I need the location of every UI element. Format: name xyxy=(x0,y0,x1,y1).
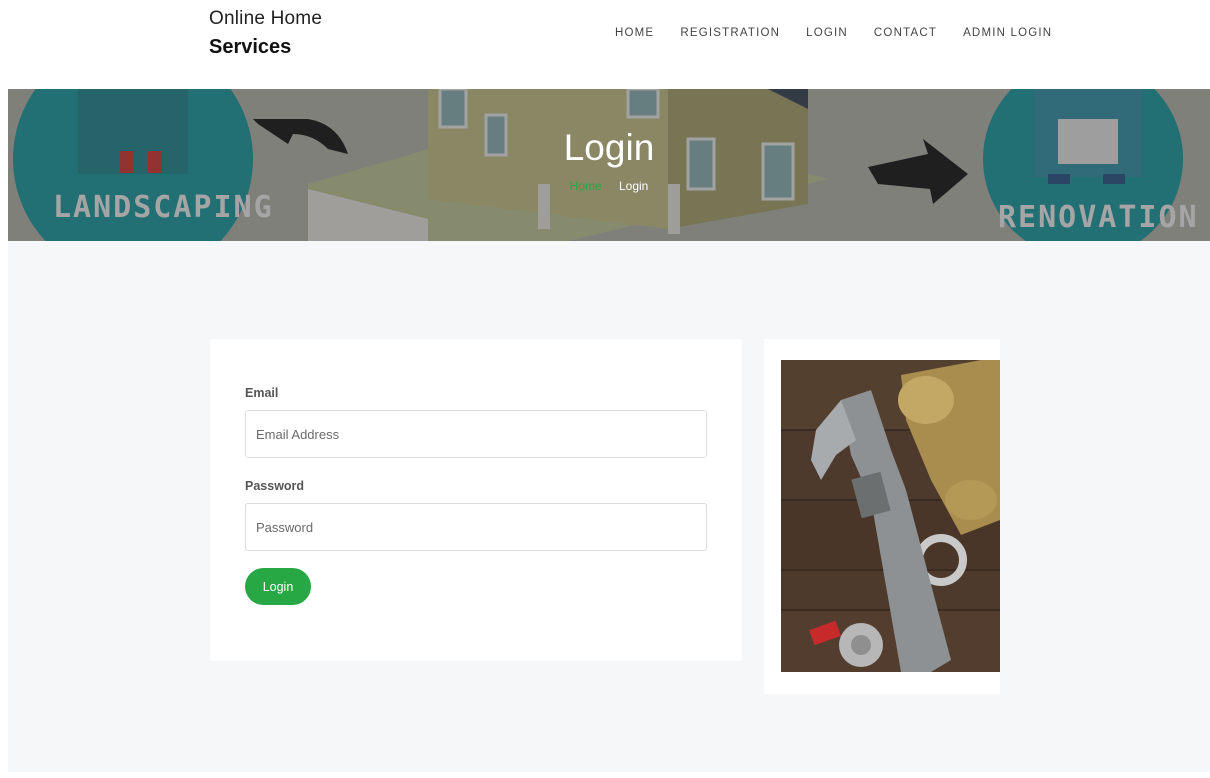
nav-contact[interactable]: CONTACT xyxy=(874,27,937,39)
brand-logo[interactable]: Online Home Services xyxy=(209,8,322,59)
wrench-tools-photo xyxy=(781,360,1000,672)
nav-admin-login[interactable]: ADMIN LOGIN xyxy=(963,27,1052,39)
nav-registration[interactable]: REGISTRATION xyxy=(680,27,780,39)
side-image-card xyxy=(764,339,1000,694)
site-header: Online Home Services HOME REGISTRATION L… xyxy=(0,0,1210,89)
password-label: Password xyxy=(245,479,305,493)
brand-line-1: Online Home xyxy=(209,8,323,29)
main-nav: HOME REGISTRATION LOGIN CONTACT ADMIN LO… xyxy=(615,27,1078,39)
password-field[interactable] xyxy=(245,503,707,551)
breadcrumb: Home Login xyxy=(8,179,1210,193)
nav-home[interactable]: HOME xyxy=(615,27,654,39)
main-content: Email Password Login xyxy=(8,241,1210,772)
breadcrumb-current: Login xyxy=(618,179,649,193)
brand-line-2: Services xyxy=(209,36,292,58)
page-title: Login xyxy=(563,127,655,168)
email-label: Email xyxy=(245,386,279,400)
email-field[interactable] xyxy=(245,410,707,458)
login-button[interactable]: Login xyxy=(245,568,311,605)
login-form-card: Email Password Login xyxy=(210,339,742,661)
nav-login[interactable]: LOGIN xyxy=(806,27,848,39)
hero-banner: LANDSCAPING RENOVATION Login Home Login xyxy=(8,89,1210,241)
breadcrumb-home-link[interactable]: Home xyxy=(570,179,602,193)
